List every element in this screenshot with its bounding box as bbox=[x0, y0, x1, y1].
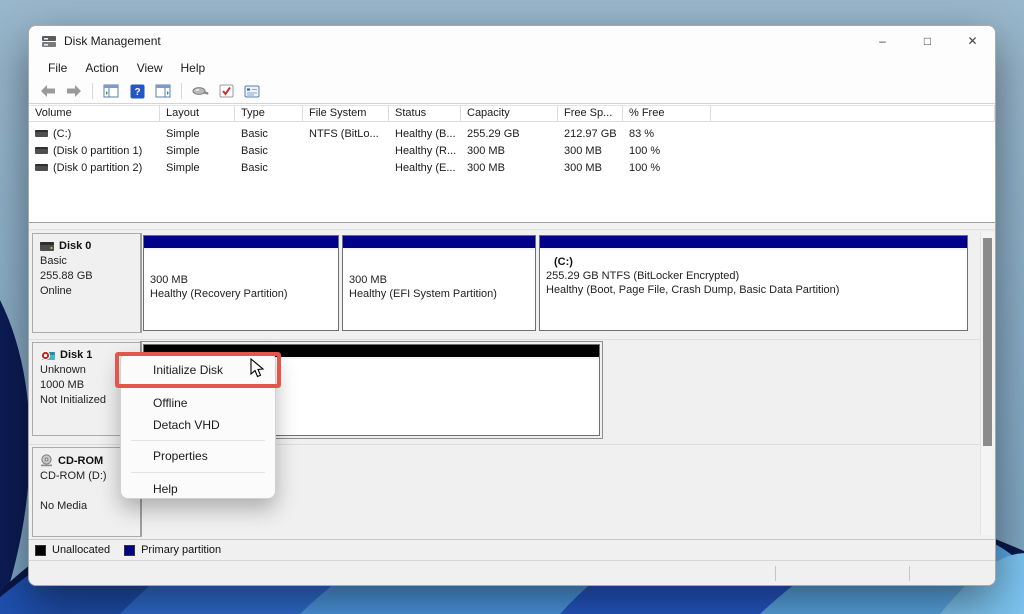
back-icon[interactable] bbox=[37, 81, 59, 101]
action-pane-icon[interactable] bbox=[152, 81, 174, 101]
disk0-info-cell[interactable]: Disk 0 Basic 255.88 GB Online bbox=[32, 233, 142, 333]
menu-separator bbox=[131, 440, 265, 441]
menu-item-properties[interactable]: Properties bbox=[121, 445, 275, 467]
menu-bar: File Action View Help bbox=[29, 56, 995, 79]
volume-row-c[interactable]: (C:) Simple Basic NTFS (BitLo... Healthy… bbox=[29, 125, 995, 142]
col-empty bbox=[711, 105, 995, 122]
maximize-icon[interactable]: □ bbox=[905, 26, 950, 56]
help-icon[interactable]: ? bbox=[126, 81, 148, 101]
disk-icon bbox=[40, 242, 54, 251]
properties-icon[interactable] bbox=[241, 81, 263, 101]
col-file-system[interactable]: File System bbox=[303, 105, 389, 122]
vertical-scrollbar[interactable] bbox=[980, 232, 993, 535]
volume-row-partition1[interactable]: (Disk 0 partition 1) Simple Basic Health… bbox=[29, 142, 995, 159]
disk0-size: 255.88 GB bbox=[40, 270, 140, 282]
disk1-name: Disk 1 bbox=[60, 349, 92, 361]
volume-table-header: Volume Layout Type File System Status Ca… bbox=[29, 105, 995, 122]
col-status[interactable]: Status bbox=[389, 105, 461, 122]
cdrom-media: No Media bbox=[40, 500, 140, 512]
col-free-space[interactable]: Free Sp... bbox=[558, 105, 623, 122]
disk0-type: Basic bbox=[40, 255, 140, 267]
menu-view[interactable]: View bbox=[128, 59, 172, 77]
col-pct-free[interactable]: % Free bbox=[623, 105, 711, 122]
disk-management-app-icon bbox=[41, 33, 57, 49]
mouse-cursor bbox=[250, 358, 266, 380]
toolbar: ? bbox=[29, 79, 995, 104]
primary-partition-swatch bbox=[124, 545, 135, 556]
title-bar[interactable]: Disk Management – □ ✕ bbox=[29, 26, 995, 56]
menu-action[interactable]: Action bbox=[76, 59, 127, 77]
menu-separator bbox=[131, 472, 265, 473]
window-title: Disk Management bbox=[64, 34, 161, 48]
volume-icon bbox=[35, 164, 48, 171]
toolbar-separator bbox=[92, 83, 93, 99]
rescan-disks-icon[interactable] bbox=[189, 81, 211, 101]
close-icon[interactable]: ✕ bbox=[950, 26, 995, 56]
col-volume[interactable]: Volume bbox=[29, 105, 160, 122]
menu-file[interactable]: File bbox=[39, 59, 76, 77]
minimize-icon[interactable]: – bbox=[860, 26, 905, 56]
partition-color-bar bbox=[540, 236, 967, 250]
checklist-icon[interactable] bbox=[215, 81, 237, 101]
disk-management-window: Disk Management – □ ✕ File Action View H… bbox=[28, 25, 996, 586]
disk0-status: Online bbox=[40, 285, 140, 297]
menu-item-help[interactable]: Help bbox=[121, 478, 275, 500]
legend-unallocated: Unallocated bbox=[35, 544, 110, 556]
volume-icon bbox=[35, 147, 48, 154]
volume-icon bbox=[35, 130, 48, 137]
menu-separator bbox=[131, 387, 265, 388]
col-layout[interactable]: Layout bbox=[160, 105, 235, 122]
col-type[interactable]: Type bbox=[235, 105, 303, 122]
console-tree-icon[interactable] bbox=[100, 81, 122, 101]
volume-list-pane: Volume Layout Type File System Status Ca… bbox=[29, 105, 995, 222]
pane-splitter[interactable] bbox=[29, 222, 995, 230]
forward-icon[interactable] bbox=[63, 81, 85, 101]
col-capacity[interactable]: Capacity bbox=[461, 105, 558, 122]
legend-primary-partition: Primary partition bbox=[124, 544, 221, 556]
partition-recovery[interactable]: 300 MB Healthy (Recovery Partition) bbox=[143, 235, 339, 331]
partition-color-bar bbox=[343, 236, 535, 250]
cd-rom-icon bbox=[40, 454, 53, 467]
disk0-name: Disk 0 bbox=[59, 240, 91, 252]
unknown-disk-icon bbox=[40, 350, 55, 361]
status-separator bbox=[775, 566, 776, 581]
status-bar bbox=[29, 560, 995, 586]
menu-help[interactable]: Help bbox=[172, 59, 215, 77]
toolbar-separator bbox=[181, 83, 182, 99]
menu-item-offline[interactable]: Offline bbox=[121, 392, 275, 414]
svg-text:?: ? bbox=[134, 87, 140, 98]
partition-c[interactable]: (C:) 255.29 GB NTFS (BitLocker Encrypted… bbox=[539, 235, 968, 331]
partition-color-bar bbox=[144, 236, 338, 250]
legend-bar: Unallocated Primary partition bbox=[29, 539, 995, 560]
partition-c-label: (C:) bbox=[546, 256, 961, 268]
status-separator bbox=[909, 566, 910, 581]
partition-efi[interactable]: 300 MB Healthy (EFI System Partition) bbox=[342, 235, 536, 331]
cdrom-name: CD-ROM bbox=[58, 455, 103, 467]
unallocated-swatch bbox=[35, 545, 46, 556]
menu-item-detach-vhd[interactable]: Detach VHD bbox=[121, 414, 275, 436]
volume-row-partition2[interactable]: (Disk 0 partition 2) Simple Basic Health… bbox=[29, 159, 995, 176]
scrollbar-thumb[interactable] bbox=[983, 238, 992, 446]
row-divider bbox=[29, 339, 981, 340]
